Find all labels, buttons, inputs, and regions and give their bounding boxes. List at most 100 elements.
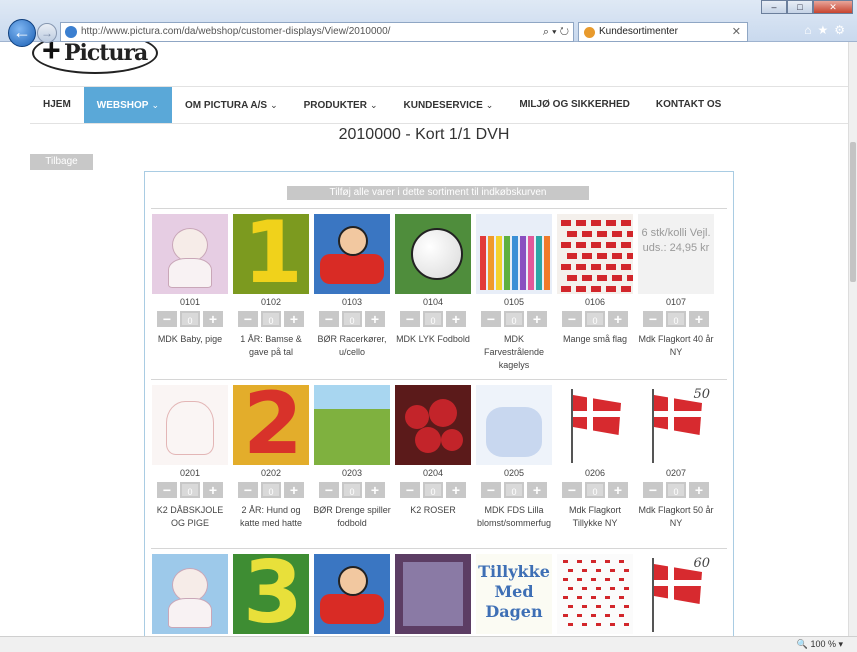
logo[interactable]: + Pictura bbox=[32, 42, 158, 74]
plus-icon[interactable]: + bbox=[365, 311, 385, 327]
card-art-part bbox=[582, 253, 592, 259]
minus-icon[interactable]: − bbox=[238, 311, 258, 327]
plus-icon[interactable]: + bbox=[365, 482, 385, 498]
scroll-thumb[interactable] bbox=[850, 142, 856, 282]
product-image[interactable]: 50 bbox=[638, 385, 714, 465]
minus-icon[interactable]: − bbox=[400, 311, 420, 327]
minus-icon[interactable]: − bbox=[157, 482, 177, 498]
product-name: MDK Farvestrålende kagelys bbox=[483, 334, 545, 370]
product-name: MDK Baby, pige bbox=[157, 334, 223, 344]
minus-icon[interactable]: − bbox=[400, 482, 420, 498]
maximize-button[interactable]: □ bbox=[787, 0, 813, 14]
address-bar[interactable]: http://www.pictura.com/da/webshop/custom… bbox=[60, 22, 574, 42]
product-image[interactable]: 1 bbox=[233, 214, 309, 294]
minus-icon[interactable]: − bbox=[562, 311, 582, 327]
plus-icon[interactable]: + bbox=[203, 482, 223, 498]
search-icon[interactable]: ⌕ ▾ ↻ bbox=[543, 23, 569, 41]
tab-favicon bbox=[584, 27, 595, 38]
vertical-scrollbar[interactable] bbox=[848, 42, 857, 636]
plus-icon[interactable]: + bbox=[284, 311, 304, 327]
toolbar-icons[interactable]: ⌂★⚙ bbox=[804, 23, 851, 37]
minimize-button[interactable]: – bbox=[761, 0, 787, 14]
product-image[interactable] bbox=[395, 214, 471, 294]
plus-icon[interactable]: + bbox=[527, 482, 547, 498]
quantity-input[interactable]: 0 bbox=[342, 311, 362, 327]
nav-item-webshop[interactable]: WEBSHOP ⌄ bbox=[83, 87, 173, 123]
back-button[interactable]: Tilbage bbox=[30, 154, 93, 170]
product-image[interactable]: 6 stk/kolli Vejl. uds.: 24,95 kr bbox=[638, 214, 714, 294]
product-image[interactable] bbox=[152, 554, 228, 634]
minus-icon[interactable]: − bbox=[157, 311, 177, 327]
minus-icon[interactable]: − bbox=[643, 482, 663, 498]
browser-tab[interactable]: Kundesortimenter ✕ bbox=[578, 22, 748, 42]
plus-icon[interactable]: + bbox=[689, 482, 709, 498]
card-art-part bbox=[610, 569, 615, 572]
close-tab-icon[interactable]: ✕ bbox=[732, 23, 741, 41]
card-art-part bbox=[652, 389, 654, 463]
quantity-input[interactable]: 0 bbox=[423, 482, 443, 498]
nav-item-om-pictura-a-s[interactable]: OM PICTURA A/S ⌄ bbox=[172, 87, 291, 123]
product-image[interactable] bbox=[395, 385, 471, 465]
product-image[interactable] bbox=[314, 554, 390, 634]
plus-icon[interactable]: + bbox=[284, 482, 304, 498]
add-all-to-cart-button[interactable]: Tilføj alle varer i dette sortiment til … bbox=[287, 186, 589, 200]
plus-icon[interactable]: + bbox=[203, 311, 223, 327]
minus-icon[interactable]: − bbox=[481, 311, 501, 327]
plus-icon[interactable]: + bbox=[689, 311, 709, 327]
quantity-input[interactable]: 0 bbox=[504, 311, 524, 327]
nav-item-kontakt-os[interactable]: KONTAKT OS bbox=[643, 87, 734, 123]
product-image[interactable] bbox=[314, 385, 390, 465]
product-image[interactable]: Tillykke Med Dagen bbox=[476, 554, 552, 634]
product-image[interactable] bbox=[476, 214, 552, 294]
quantity-input[interactable]: 0 bbox=[180, 482, 200, 498]
product-image[interactable] bbox=[557, 214, 633, 294]
product-image[interactable] bbox=[314, 214, 390, 294]
plus-icon[interactable]: + bbox=[446, 482, 466, 498]
product-image[interactable] bbox=[152, 385, 228, 465]
forward-button[interactable]: → bbox=[37, 23, 57, 43]
quantity-input[interactable]: 0 bbox=[342, 482, 362, 498]
product-image[interactable] bbox=[476, 385, 552, 465]
minus-icon[interactable]: − bbox=[319, 482, 339, 498]
nav-item-miljø-og-sikkerhed[interactable]: MILJØ OG SIKKERHED bbox=[506, 87, 643, 123]
nav-item-hjem[interactable]: HJEM bbox=[30, 87, 84, 123]
minus-icon[interactable]: − bbox=[562, 482, 582, 498]
plus-icon[interactable]: + bbox=[527, 311, 547, 327]
quantity-input[interactable]: 0 bbox=[585, 311, 605, 327]
product-card: 0203−0 + BØR Drenge spiller fodbold bbox=[312, 385, 392, 530]
minus-icon[interactable]: − bbox=[238, 482, 258, 498]
quantity-input[interactable]: 0 bbox=[261, 311, 281, 327]
minus-icon[interactable]: − bbox=[481, 482, 501, 498]
product-image[interactable] bbox=[557, 554, 633, 634]
quantity-input[interactable]: 0 bbox=[423, 311, 443, 327]
nav-item-kundeservice[interactable]: KUNDESERVICE ⌄ bbox=[391, 87, 507, 123]
product-image[interactable] bbox=[557, 385, 633, 465]
product-image[interactable] bbox=[395, 554, 471, 634]
plus-icon[interactable]: + bbox=[446, 311, 466, 327]
product-name: 2 ÅR: Hund og katte med hatte bbox=[239, 505, 303, 528]
quantity-input[interactable]: 0 bbox=[261, 482, 281, 498]
nav-item-produkter[interactable]: PRODUKTER ⌄ bbox=[291, 87, 391, 123]
zoom-control[interactable]: 🔍 100 % ▾ bbox=[797, 639, 843, 650]
quantity-input[interactable]: 0 bbox=[504, 482, 524, 498]
quantity-input[interactable]: 0 bbox=[666, 482, 686, 498]
card-art-part bbox=[512, 236, 518, 290]
product-image[interactable]: 2 bbox=[233, 385, 309, 465]
product-image[interactable]: 3 bbox=[233, 554, 309, 634]
quantity-input[interactable]: 0 bbox=[180, 311, 200, 327]
quantity-input[interactable]: 0 bbox=[585, 482, 605, 498]
close-window-button[interactable]: ✕ bbox=[813, 0, 853, 14]
quantity-input[interactable]: 0 bbox=[666, 311, 686, 327]
product-card: 0106−0 + Mange små flag bbox=[555, 214, 635, 346]
gear-icon[interactable]: ⚙ bbox=[834, 23, 851, 37]
back-button[interactable]: ← bbox=[8, 19, 36, 47]
product-image[interactable]: 60 bbox=[638, 554, 714, 634]
home-icon[interactable]: ⌂ bbox=[804, 23, 817, 37]
star-icon[interactable]: ★ bbox=[817, 23, 834, 37]
minus-icon[interactable]: − bbox=[319, 311, 339, 327]
product-image[interactable] bbox=[152, 214, 228, 294]
minus-icon[interactable]: − bbox=[643, 311, 663, 327]
plus-icon[interactable]: + bbox=[608, 482, 628, 498]
card-art-part bbox=[605, 578, 610, 581]
plus-icon[interactable]: + bbox=[608, 311, 628, 327]
